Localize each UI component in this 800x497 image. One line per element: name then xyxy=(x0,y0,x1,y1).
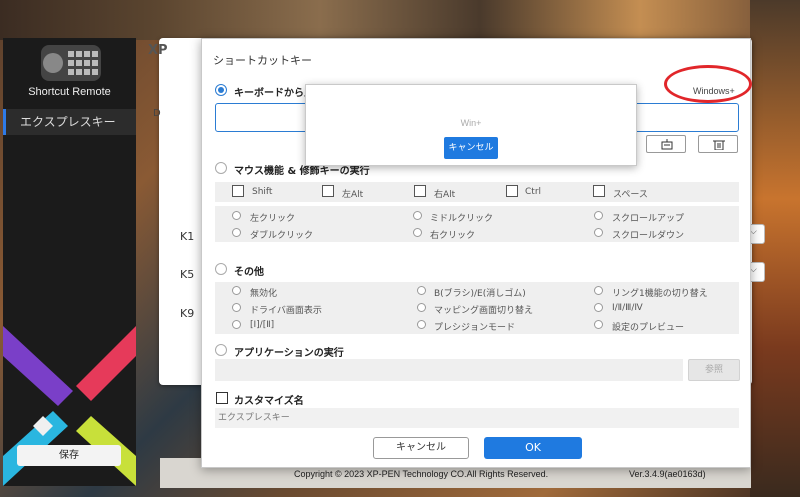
label-roman-toggle: [Ⅰ]/[Ⅱ] xyxy=(250,320,275,330)
label-scroll-down: スクロールダウン xyxy=(612,231,685,241)
checkbox-shift[interactable] xyxy=(232,185,244,197)
sidebar-item-express-keys[interactable]: エクスプレスキー xyxy=(3,109,136,135)
label-disable: 無効化 xyxy=(250,289,278,299)
label-settings-preview: 設定のプレビュー xyxy=(612,323,685,333)
label-double-click: ダブルクリック xyxy=(250,231,314,241)
checkbox-custom-name[interactable] xyxy=(216,392,228,404)
label-precision-mode: プレシジョンモード xyxy=(434,323,516,333)
key-label-k9: K9 xyxy=(180,307,195,320)
checkbox-space[interactable] xyxy=(593,185,605,197)
remote-device-icon xyxy=(41,45,101,81)
label-right-click: 右クリック xyxy=(430,231,476,241)
xp-logo: XP xyxy=(148,43,168,58)
dialog-title: ショートカットキー xyxy=(213,54,312,67)
label-right-alt: 右Alt xyxy=(434,190,456,200)
label-driver-screen: ドライバ画面表示 xyxy=(250,306,322,316)
version-text: Ver.3.4.9(ae0163d) xyxy=(629,469,706,479)
checkbox-right-alt[interactable] xyxy=(414,185,426,197)
captured-key-text: Win+ xyxy=(460,118,482,128)
label-roman-cycle: Ⅰ/Ⅱ/Ⅲ/Ⅳ xyxy=(612,303,643,313)
custom-name-input[interactable]: エクスプレスキー xyxy=(215,408,739,428)
radio-mouse-modifiers[interactable] xyxy=(215,162,227,174)
checkbox-left-alt[interactable] xyxy=(322,185,334,197)
ok-button[interactable]: OK xyxy=(484,437,582,459)
key-capture-popup: Win+ キャンセル xyxy=(305,84,637,166)
radio-roman-cycle[interactable] xyxy=(594,303,603,312)
chevron-down-icon: ⌵ xyxy=(750,265,757,275)
other-section-label: その他 xyxy=(234,267,264,278)
label-left-alt: 左Alt xyxy=(342,190,364,200)
radio-disable[interactable] xyxy=(232,286,241,295)
popup-cancel-button[interactable]: キャンセル xyxy=(444,137,498,159)
radio-roman-toggle[interactable] xyxy=(232,320,241,329)
browse-button[interactable]: 参照 xyxy=(688,359,740,381)
label-ctrl: Ctrl xyxy=(525,187,542,197)
app-title: Shortcut Remote xyxy=(28,86,111,98)
label-middle-click: ミドルクリック xyxy=(430,214,494,224)
label-left-click: 左クリック xyxy=(250,214,296,224)
label-ring-switch: リング1機能の切り替え xyxy=(612,289,708,299)
delete-button[interactable] xyxy=(698,135,738,153)
radio-run-application[interactable] xyxy=(215,344,227,356)
radio-keyboard-input[interactable] xyxy=(215,84,227,96)
checkbox-ctrl[interactable] xyxy=(506,185,518,197)
panel-label: D xyxy=(153,108,161,119)
radio-settings-preview[interactable] xyxy=(594,320,603,329)
trash-icon xyxy=(713,140,725,150)
label-shift: Shift xyxy=(252,187,273,197)
label-mapping-switch: マッピング画面切り替え xyxy=(434,306,534,316)
radio-mapping-switch[interactable] xyxy=(417,303,426,312)
radio-scroll-up[interactable] xyxy=(594,211,603,220)
label-brush-eraser: B(ブラシ)/E(消しゴム) xyxy=(434,289,526,299)
radio-ring-switch[interactable] xyxy=(594,286,603,295)
desktop-wallpaper-right xyxy=(750,0,800,497)
label-scroll-up: スクロールアップ xyxy=(612,214,685,224)
label-space: スペース xyxy=(613,190,648,200)
key-label-k1: K1 xyxy=(180,230,195,243)
annotation-circle xyxy=(664,65,752,103)
radio-right-click[interactable] xyxy=(413,228,422,237)
radio-left-click[interactable] xyxy=(232,211,241,220)
modifier-row xyxy=(215,182,739,202)
copyright-text: Copyright © 2023 XP-PEN Technology CO.Al… xyxy=(294,469,549,479)
radio-other[interactable] xyxy=(215,263,227,275)
chevron-down-icon: ⌵ xyxy=(750,227,757,237)
desktop-wallpaper xyxy=(0,0,800,40)
keyboard-button[interactable] xyxy=(646,135,686,153)
cancel-button[interactable]: キャンセル xyxy=(373,437,469,459)
radio-double-click[interactable] xyxy=(232,228,241,237)
application-section-label: アプリケーションの実行 xyxy=(234,348,344,359)
key-label-k5: K5 xyxy=(180,268,195,281)
keyboard-icon xyxy=(661,139,673,150)
save-button[interactable]: 保存 xyxy=(17,445,121,466)
sidebar: Shortcut Remote エクスプレスキー 保存 xyxy=(3,38,136,486)
radio-scroll-down[interactable] xyxy=(594,228,603,237)
radio-precision-mode[interactable] xyxy=(417,320,426,329)
radio-middle-click[interactable] xyxy=(413,211,422,220)
application-path-field[interactable] xyxy=(215,359,683,381)
custom-name-label: カスタマイズ名 xyxy=(234,396,304,407)
radio-brush-eraser[interactable] xyxy=(417,286,426,295)
radio-driver-screen[interactable] xyxy=(232,303,241,312)
